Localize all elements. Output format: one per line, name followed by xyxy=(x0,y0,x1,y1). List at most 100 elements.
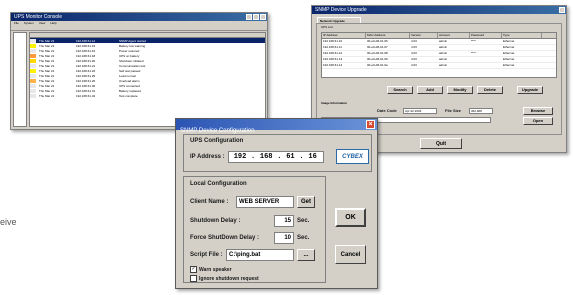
severity-flag-icon xyxy=(30,58,36,63)
warn-speaker-check-icon[interactable]: ✓ xyxy=(190,266,197,273)
log-row[interactable]: Thu Mar 21 192.168.61.20 Shutdown initiate… xyxy=(30,58,265,63)
log-row-ip: 192.168.61.12 xyxy=(76,38,96,43)
close-icon[interactable] xyxy=(559,7,565,13)
ups-table-cell-pwd xyxy=(470,63,502,68)
ups-table-header-cell[interactable]: IP Address xyxy=(322,33,366,38)
log-row[interactable]: Thu Mar 21 192.168.61.25 Load normal xyxy=(30,73,265,78)
upgrade-action-button[interactable]: Modify xyxy=(447,86,473,94)
log-row[interactable]: Thu Mar 21 192.168.61.16 Power restored xyxy=(30,48,265,53)
ups-table-cell-pwd: **** xyxy=(471,51,476,55)
local-config-group: Local Configuration Client Name : WEB SE… xyxy=(183,176,326,283)
log-list[interactable]: Thu Mar 21 192.168.61.12 SNMP Agent starte… xyxy=(29,32,266,127)
ups-table-cell-pwd xyxy=(470,45,502,50)
cancel-button[interactable]: Cancel xyxy=(335,245,366,264)
ups-table-body: 192.168.61.10 00-e0-d8-01-06 4.03 admin ****… xyxy=(322,39,556,69)
ups-table-cell-type: Ethernet xyxy=(503,45,515,49)
log-row[interactable]: Thu Mar 21 192.168.61.15 Battery low warni… xyxy=(30,43,265,48)
severity-flag-icon xyxy=(30,78,36,83)
ups-table-cell-pwd xyxy=(470,57,502,62)
ups-config-group: UPS Configuration IP Address : 192. 168.… xyxy=(183,134,372,172)
ignore-shutdown-checkbox[interactable]: Ignore shutdown request xyxy=(190,275,259,282)
ups-table-cell-acct: admin xyxy=(439,45,448,49)
upgrade-action-button[interactable]: Delete xyxy=(477,86,503,94)
ups-table-header-cell[interactable]: Version xyxy=(410,33,438,38)
ups-table-cell-mac: 00-e0-d8-01-09 xyxy=(367,57,388,61)
log-row-message: Communication lost xyxy=(119,63,146,68)
ups-table-cell-pwd: **** xyxy=(471,39,476,43)
log-window: UPS Monitor Console File System View Hel… xyxy=(10,12,268,130)
browse-button[interactable]: Browse xyxy=(523,107,553,115)
log-row-time: Thu Mar 21 xyxy=(39,38,55,43)
warn-speaker-checkbox[interactable]: ✓ Warn speaker xyxy=(190,266,232,273)
close-icon[interactable]: × xyxy=(366,120,375,129)
ups-table-cell-type: Ethernet xyxy=(503,63,515,67)
ip-octet-1[interactable]: 192 xyxy=(229,153,251,161)
warn-speaker-label: Warn speaker xyxy=(199,266,232,273)
ip-address-field[interactable]: 192. 168. 61. 16 xyxy=(228,151,324,163)
ip-octet-4[interactable]: 16 xyxy=(304,153,322,161)
upgrade-action-button[interactable]: Add xyxy=(417,86,443,94)
log-row[interactable]: Thu Mar 21 192.168.61.18 UPS on battery xyxy=(30,53,265,58)
log-row[interactable]: Thu Mar 21 192.168.61.26 Overload alarm xyxy=(30,78,265,83)
severity-flag-icon xyxy=(30,73,36,78)
log-row[interactable]: Thu Mar 21 192.168.61.12 SNMP Agent starte… xyxy=(30,38,265,43)
log-row-time: Thu Mar 21 xyxy=(39,58,55,63)
ups-table-header-cell[interactable]: Password xyxy=(470,33,502,38)
ip-octet-2[interactable]: 168 xyxy=(255,153,277,161)
log-row-time: Thu Mar 21 xyxy=(39,83,55,88)
open-button[interactable]: Open xyxy=(523,117,553,125)
quit-button[interactable]: Quit xyxy=(420,138,462,149)
log-row-ip: 192.168.61.31 xyxy=(76,88,96,93)
force-shutdown-field[interactable]: 10 xyxy=(274,232,294,244)
log-toolbar xyxy=(11,26,267,31)
ups-table-cell-ver: 4.03 xyxy=(411,45,417,49)
ups-table-row[interactable]: 192.168.61.14 00-e0-d8-01-0a 4.03 admin Ethe… xyxy=(322,63,556,69)
log-row[interactable]: Thu Mar 21 192.168.61.32 Test complete xyxy=(30,93,265,98)
upgrade-action-button[interactable]: Upgrade xyxy=(517,86,543,94)
ups-table-cell-mac: 00-e0-d8-01-06 xyxy=(367,39,388,43)
log-row-time: Thu Mar 21 xyxy=(39,53,55,58)
menu-help[interactable]: Help xyxy=(50,21,56,26)
menu-system[interactable]: System xyxy=(24,21,34,26)
ups-table-cell-acct: admin xyxy=(439,51,448,55)
ups-table-cell-type: Ethernet xyxy=(503,39,515,43)
shutdown-delay-label: Shutdown Delay : xyxy=(190,218,241,224)
log-row[interactable]: Thu Mar 21 192.168.61.22 Self test passed xyxy=(30,68,265,73)
ups-table-header-cell[interactable]: MAC Address xyxy=(366,33,410,38)
side-text: eive xyxy=(0,217,17,227)
ups-table-header-cell[interactable]: Type xyxy=(502,33,542,38)
log-tree-pane[interactable] xyxy=(13,32,27,127)
client-name-field[interactable]: WEB SERVER xyxy=(236,196,294,208)
log-row-time: Thu Mar 21 xyxy=(39,68,55,73)
log-row-message: UPS connected xyxy=(119,83,140,88)
file-size-field[interactable]: 362,908 xyxy=(469,108,493,114)
log-row-ip: 192.168.61.20 xyxy=(76,58,96,63)
menu-view[interactable]: View xyxy=(39,21,45,26)
shutdown-delay-field[interactable]: 15 xyxy=(274,215,294,227)
severity-flag-icon xyxy=(30,53,36,58)
menu-file[interactable]: File xyxy=(14,21,19,26)
ignore-shutdown-check-icon[interactable] xyxy=(190,275,197,282)
log-row[interactable]: Thu Mar 21 192.168.61.31 Battery replaced xyxy=(30,88,265,93)
minimize-icon[interactable] xyxy=(246,14,252,20)
ups-list-table[interactable]: IP Address MAC Address Version Account Passw… xyxy=(321,32,557,78)
log-rows: Thu Mar 21 192.168.61.12 SNMP Agent starte… xyxy=(30,38,265,98)
log-row[interactable]: Thu Mar 21 192.168.61.30 UPS connected xyxy=(30,83,265,88)
ups-table-header-cell[interactable]: Account xyxy=(438,33,470,38)
shutdown-sec-unit: Sec. xyxy=(297,218,310,224)
maximize-icon[interactable] xyxy=(253,14,259,20)
script-file-field[interactable]: C:\ping.bat xyxy=(226,249,294,261)
ignore-shutdown-label: Ignore shutdown request xyxy=(199,275,259,282)
date-code-field[interactable]: Apr 02 2003 xyxy=(403,108,437,114)
upgrade-title-bar: SNMP Device Upgrade xyxy=(312,6,566,14)
script-browse-button[interactable]: ... xyxy=(297,249,315,261)
ip-octet-3[interactable]: 61 xyxy=(281,153,299,161)
close-icon[interactable] xyxy=(260,14,266,20)
upgrade-action-button[interactable]: Search xyxy=(387,86,413,94)
log-row[interactable]: Thu Mar 21 192.168.61.21 Communication los… xyxy=(30,63,265,68)
get-button[interactable]: Get xyxy=(297,196,315,208)
severity-flag-icon xyxy=(30,83,36,88)
severity-flag-icon xyxy=(30,68,36,73)
log-window-title: UPS Monitor Console xyxy=(14,14,63,20)
ok-button[interactable]: OK xyxy=(335,208,366,227)
